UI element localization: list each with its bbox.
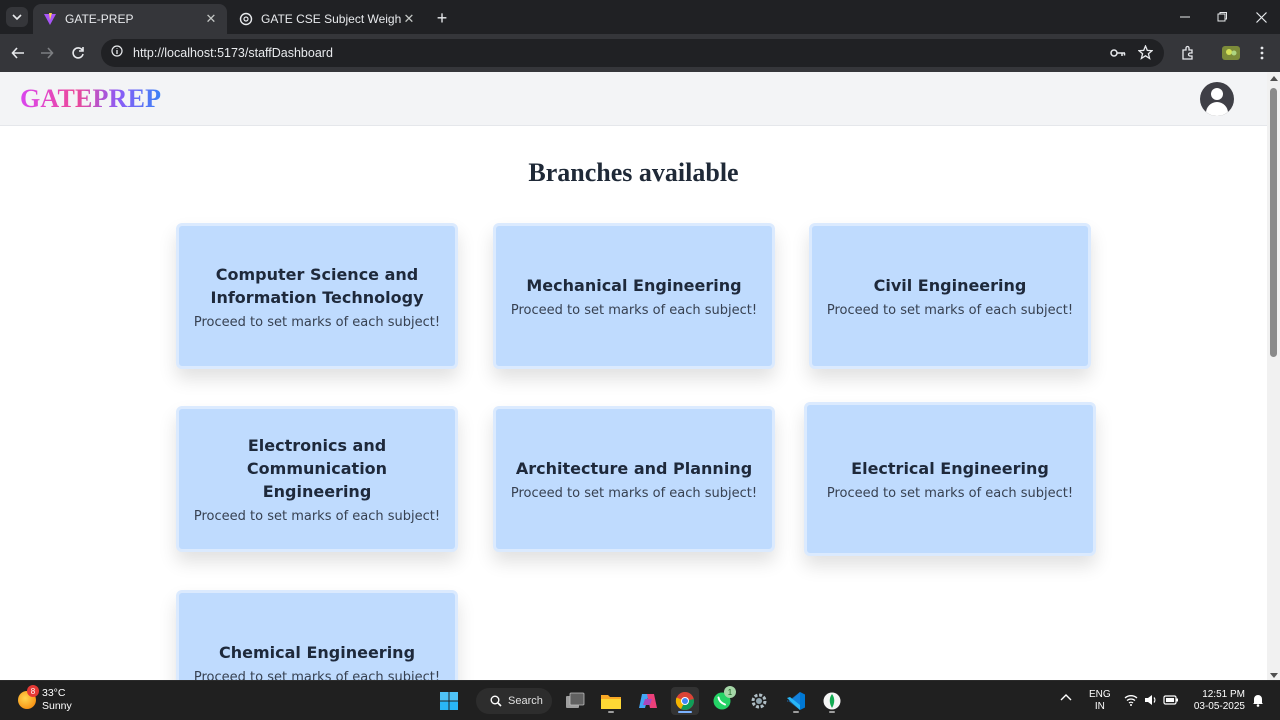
branch-card-title: Architecture and Planning bbox=[515, 459, 753, 478]
search-icon bbox=[490, 695, 502, 707]
windows-taskbar: 8 33°C Sunny Search 1 ENG IN 12:51 PM 03… bbox=[0, 680, 1280, 720]
branch-card-title: Civil Engineering bbox=[873, 276, 1027, 295]
back-arrow-icon[interactable] bbox=[7, 42, 29, 64]
branch-card-title: Computer Science and Information Technol… bbox=[210, 264, 424, 307]
notification-badge: 8 bbox=[27, 685, 39, 697]
url-text: http://localhost:5173/staffDashboard bbox=[133, 46, 333, 60]
branch-card-ece[interactable]: Electronics and Communication Engineerin… bbox=[176, 406, 458, 552]
branch-card-chemical[interactable]: Chemical Engineering Proceed to set mark… bbox=[176, 590, 458, 680]
volume-icon[interactable] bbox=[1144, 694, 1158, 710]
file-explorer-icon[interactable] bbox=[597, 687, 625, 715]
vscode-icon[interactable] bbox=[782, 687, 810, 715]
user-avatar-icon[interactable] bbox=[1200, 82, 1234, 116]
system-clock[interactable]: 12:51 PM 03-05-2025 bbox=[1187, 689, 1245, 713]
extensions-puzzle-icon[interactable] bbox=[1178, 43, 1198, 63]
branch-card-title: Electrical Engineering bbox=[851, 459, 1049, 478]
search-label: Search bbox=[508, 695, 543, 707]
page-scrollbar[interactable] bbox=[1267, 72, 1280, 680]
site-info-icon[interactable] bbox=[111, 44, 123, 62]
chrome-icon[interactable] bbox=[671, 687, 699, 715]
close-window-icon[interactable] bbox=[1246, 6, 1276, 28]
openai-logo-icon bbox=[239, 12, 253, 26]
close-tab-icon[interactable]: ✕ bbox=[401, 11, 417, 27]
weather-condition: Sunny bbox=[42, 700, 72, 712]
branch-card-civil[interactable]: Civil Engineering Proceed to set marks o… bbox=[809, 223, 1091, 369]
branch-card-mechanical[interactable]: Mechanical Engineering Proceed to set ma… bbox=[493, 223, 775, 369]
scroll-up-arrow-icon[interactable] bbox=[1270, 76, 1278, 81]
branch-card-title: Mechanical Engineering bbox=[526, 276, 742, 295]
page-title: Branches available bbox=[528, 158, 739, 187]
language-indicator[interactable]: ENG IN bbox=[1089, 689, 1111, 713]
browser-toolbar: http://localhost:5173/staffDashboard bbox=[0, 34, 1280, 72]
branch-card-cse[interactable]: Computer Science and Information Technol… bbox=[176, 223, 458, 369]
bookmark-star-icon[interactable] bbox=[1137, 44, 1153, 60]
profile-avatar-icon[interactable] bbox=[1221, 43, 1241, 63]
reload-icon[interactable] bbox=[67, 42, 89, 64]
whatsapp-icon[interactable]: 1 bbox=[708, 686, 736, 715]
minimize-icon[interactable] bbox=[1170, 6, 1200, 28]
close-tab-icon[interactable]: ✕ bbox=[203, 11, 219, 27]
weather-temperature: 33°C bbox=[42, 687, 66, 699]
branch-card-subtitle: Proceed to set marks of each subject! bbox=[193, 314, 441, 330]
branch-card-electrical[interactable]: Electrical Engineering Proceed to set ma… bbox=[804, 402, 1096, 556]
branch-card-subtitle: Proceed to set marks of each subject! bbox=[510, 486, 758, 501]
chevron-down-icon bbox=[12, 14, 22, 21]
settings-gear-icon[interactable] bbox=[745, 687, 773, 715]
branch-card-title: Electronics and Communication Engineerin… bbox=[246, 436, 388, 501]
tab-gate-prep[interactable]: GATE-PREP ✕ bbox=[33, 4, 227, 34]
clock-time: 12:51 PM bbox=[1202, 689, 1245, 700]
branch-card-subtitle: Proceed to set marks of each subject! bbox=[826, 486, 1074, 501]
app-logo[interactable]: GATEPREP bbox=[20, 84, 161, 114]
task-view-icon[interactable] bbox=[561, 687, 589, 715]
battery-icon[interactable] bbox=[1163, 694, 1179, 710]
notification-bell-icon[interactable] bbox=[1252, 693, 1264, 711]
branch-card-title: Chemical Engineering bbox=[218, 643, 416, 662]
tab-title: GATE-PREP bbox=[65, 12, 134, 26]
weather-widget[interactable]: 8 33°C Sunny bbox=[18, 685, 72, 713]
browser-tab-strip: GATE-PREP ✕ GATE CSE Subject Weightage ✕… bbox=[0, 0, 1280, 34]
kebab-menu-icon[interactable] bbox=[1252, 43, 1272, 63]
branch-card-subtitle: Proceed to set marks of each subject! bbox=[826, 303, 1074, 318]
taskbar-search-button[interactable]: Search bbox=[476, 688, 552, 714]
whatsapp-badge: 1 bbox=[724, 686, 736, 698]
password-key-icon[interactable] bbox=[1110, 45, 1126, 61]
tab-gate-cse-weightage[interactable]: GATE CSE Subject Weightage ✕ bbox=[229, 4, 425, 34]
maximize-icon[interactable] bbox=[1207, 6, 1237, 28]
app-navbar: GATEPREP bbox=[0, 72, 1267, 126]
show-hidden-icons-chevron-icon[interactable] bbox=[1060, 693, 1072, 705]
scroll-down-arrow-icon[interactable] bbox=[1270, 673, 1278, 678]
copilot-icon[interactable] bbox=[634, 687, 662, 715]
sun-icon: 8 bbox=[18, 685, 39, 709]
vite-logo-icon bbox=[43, 12, 57, 26]
scrollbar-thumb[interactable] bbox=[1270, 88, 1277, 357]
branch-card-subtitle: Proceed to set marks of each subject! bbox=[193, 509, 441, 524]
clock-date: 03-05-2025 bbox=[1193, 701, 1245, 712]
tab-title: GATE CSE Subject Weightage bbox=[261, 12, 401, 26]
tab-search-button[interactable] bbox=[6, 7, 28, 27]
forward-arrow-icon[interactable] bbox=[36, 42, 58, 64]
address-bar[interactable]: http://localhost:5173/staffDashboard bbox=[101, 39, 1164, 67]
wifi-icon[interactable] bbox=[1124, 694, 1138, 710]
mongodb-compass-icon[interactable] bbox=[818, 687, 846, 715]
page-viewport: GATEPREP Branches available Computer Sci… bbox=[0, 72, 1267, 680]
windows-start-icon[interactable] bbox=[435, 687, 463, 715]
new-tab-icon[interactable]: + bbox=[432, 8, 452, 28]
branch-card-subtitle: Proceed to set marks of each subject! bbox=[193, 670, 441, 680]
branch-card-subtitle: Proceed to set marks of each subject! bbox=[510, 303, 758, 318]
branch-card-architecture[interactable]: Architecture and Planning Proceed to set… bbox=[493, 406, 775, 552]
